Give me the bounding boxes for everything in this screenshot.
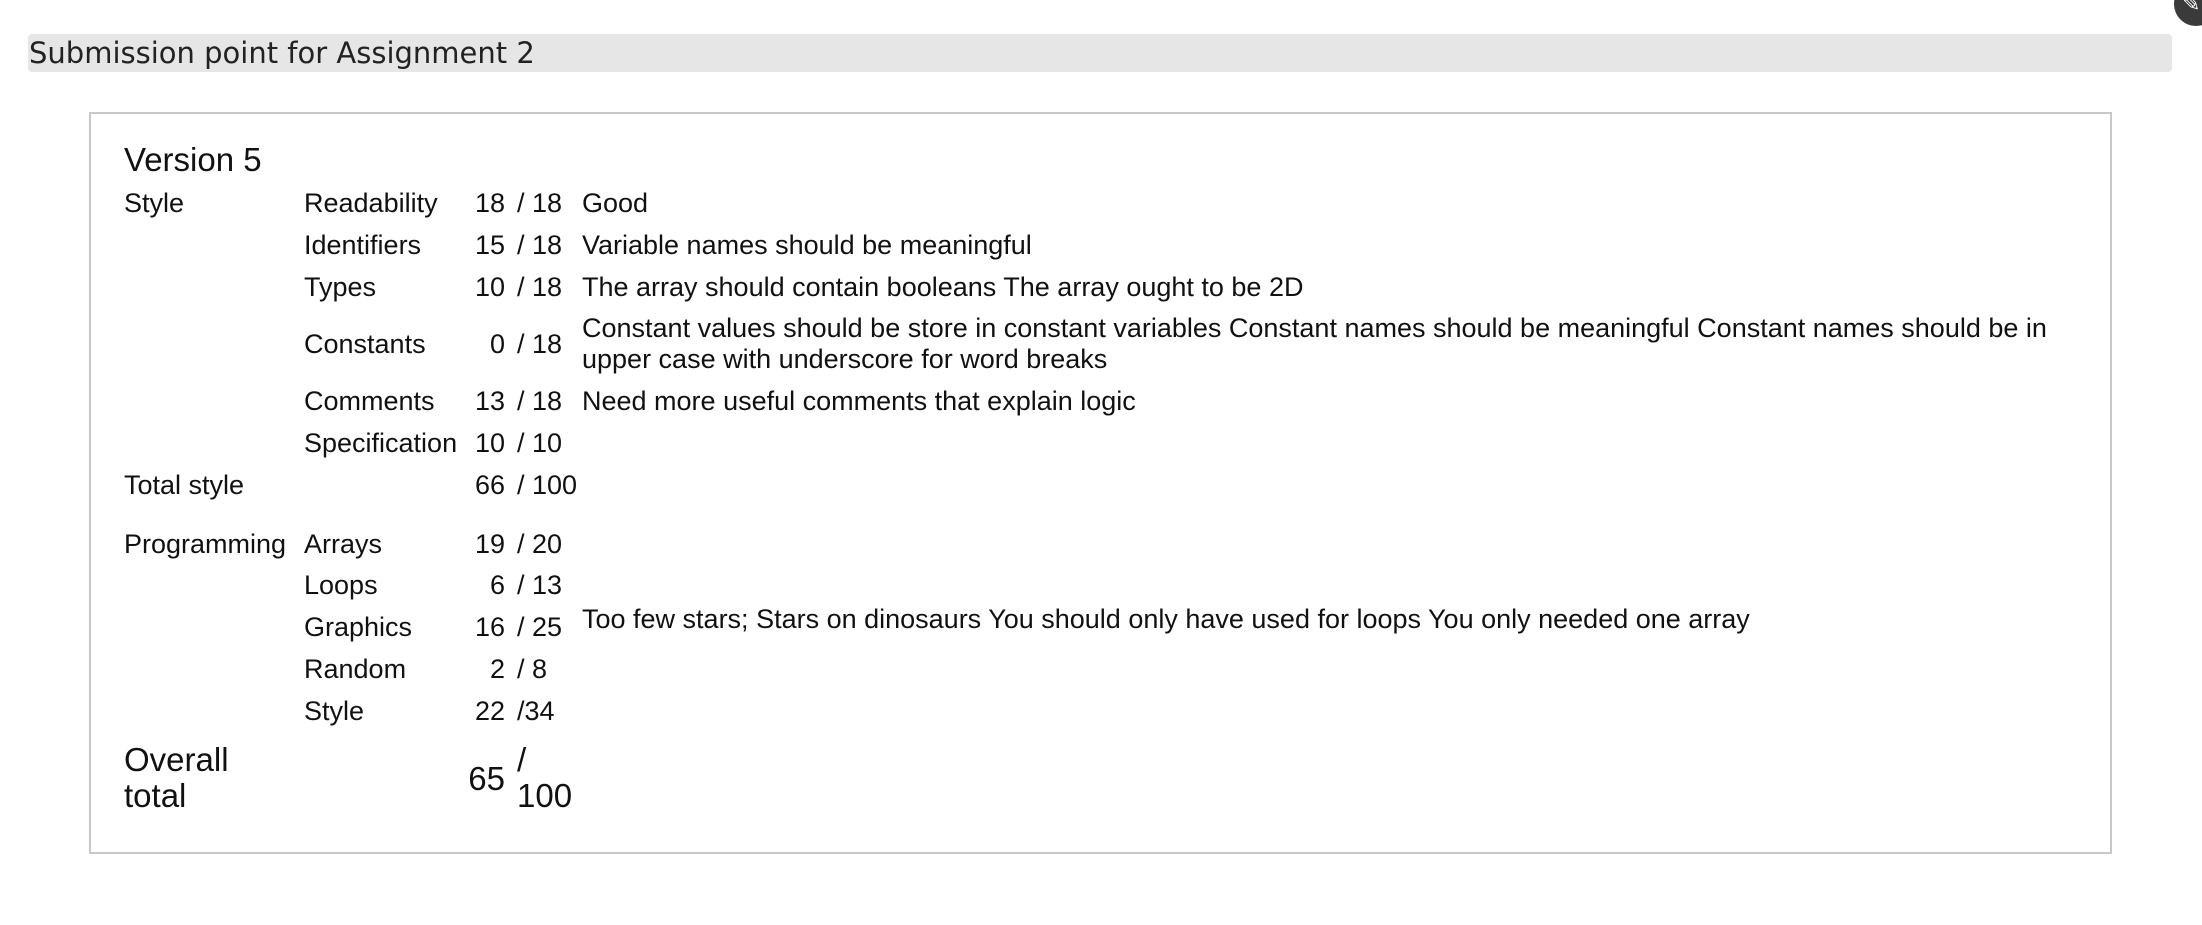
submission-header: Submission point for Assignment 2: [28, 34, 2172, 72]
score-specification: 10: [474, 427, 505, 458]
max-specification: / 10: [517, 427, 563, 458]
page-title: Submission point for Assignment 2: [29, 36, 535, 70]
total-style-max: / 100: [517, 469, 578, 500]
criterion-identifiers: Identifiers: [304, 229, 422, 260]
empty-cell: [124, 380, 304, 422]
max-programming-style: /34: [517, 695, 555, 726]
comment-specification: [582, 422, 2084, 464]
empty-cell: [124, 266, 304, 308]
empty-cell: [124, 606, 304, 648]
version-title: Version 5: [124, 141, 262, 178]
max-loops: / 13: [517, 569, 563, 600]
empty-cell: [124, 564, 304, 606]
score-comments: 13: [474, 385, 505, 416]
criterion-constants: Constants: [304, 328, 426, 359]
criterion-loops: Loops: [304, 569, 378, 600]
score-random: 2: [489, 653, 505, 684]
criterion-types: Types: [304, 271, 377, 302]
score-graphics: 16: [474, 611, 505, 642]
comment-programming: Too few stars; Stars on dinosaurs You sh…: [582, 603, 1750, 634]
empty-cell: [124, 308, 304, 380]
empty-cell: [124, 224, 304, 266]
section-label-style: Style: [124, 187, 185, 218]
criterion-programming-style: Style: [304, 695, 365, 726]
score-identifiers: 15: [474, 229, 505, 260]
criterion-readability: Readability: [304, 187, 438, 218]
overall-total-score: 65: [468, 759, 505, 797]
comment-comments: Need more useful comments that explain l…: [582, 385, 1136, 416]
comment-readability: Good: [582, 187, 649, 218]
score-constants: 0: [489, 328, 505, 359]
max-readability: / 18: [517, 187, 563, 218]
total-style-label: Total style: [124, 469, 245, 500]
score-programming-style: 22: [474, 695, 505, 726]
max-constants: / 18: [517, 328, 563, 359]
total-style-score: 66: [474, 469, 505, 500]
max-comments: / 18: [517, 385, 563, 416]
criterion-random: Random: [304, 653, 407, 684]
overall-total-max: / 100: [517, 741, 573, 814]
empty-cell: [124, 648, 304, 690]
score-loops: 6: [489, 569, 505, 600]
empty-cell: [124, 690, 304, 732]
max-identifiers: / 18: [517, 229, 563, 260]
empty-cell: [582, 464, 2084, 506]
comment-constants: Constant values should be store in const…: [582, 313, 2047, 374]
criterion-specification: Specification: [304, 427, 458, 458]
edit-icon[interactable]: ✎: [2174, 0, 2202, 26]
max-graphics: / 25: [517, 611, 563, 642]
grade-table: Style Readability 18 / 18 Good Identifie…: [124, 182, 2084, 824]
max-random: / 8: [517, 653, 548, 684]
section-label-programming: Programming: [124, 529, 287, 559]
comment-identifiers: Variable names should be meaningful: [582, 229, 1032, 260]
criterion-graphics: Graphics: [304, 611, 413, 642]
comment-types: The array should contain booleans The ar…: [582, 271, 1304, 302]
score-types: 10: [474, 271, 505, 302]
score-arrays: 19: [474, 529, 505, 559]
score-readability: 18: [474, 187, 505, 218]
empty-cell: [124, 422, 304, 464]
empty-cell: [582, 732, 2084, 824]
criterion-arrays: Arrays: [304, 529, 383, 559]
criterion-comments: Comments: [304, 385, 435, 416]
max-arrays: / 20: [517, 529, 563, 559]
overall-total-label: Overall total: [124, 741, 229, 814]
grading-panel: Version 5 Style Readability 18 / 18 Good…: [89, 112, 2112, 854]
max-types: / 18: [517, 271, 563, 302]
